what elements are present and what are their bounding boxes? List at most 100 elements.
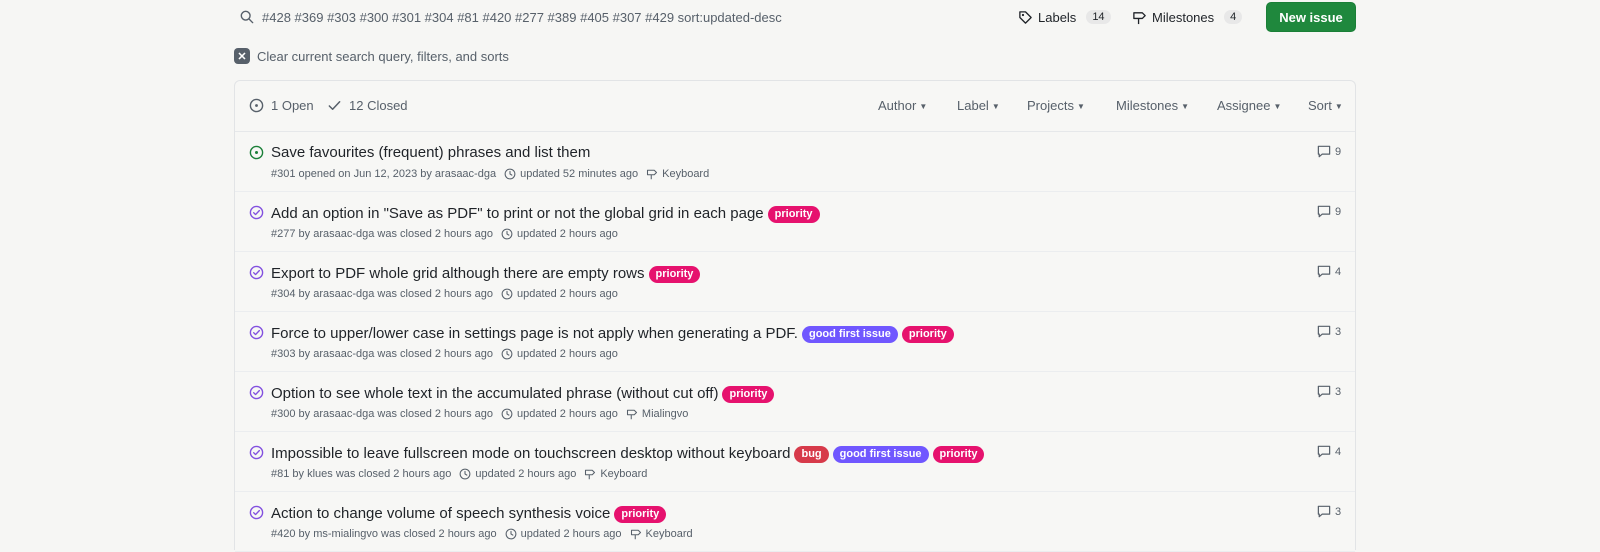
label-priority[interactable]: priority — [932, 446, 985, 463]
filter-sort-label: Sort — [1308, 98, 1332, 113]
issue-updated-text: updated 2 hours ago — [516, 348, 618, 360]
issue-meta: #304 by arasaac-dga was closed 2 hours a… — [271, 288, 618, 300]
issue-meta: #303 by arasaac-dga was closed 2 hours a… — [271, 348, 618, 360]
issue-updated-text: updated 2 hours ago — [516, 408, 618, 420]
clock-icon — [505, 528, 517, 540]
issue-comments[interactable]: 3 — [1317, 385, 1341, 398]
issue-title[interactable]: Impossible to leave fullscreen mode on t… — [271, 445, 790, 462]
issue-updated-text: updated 2 hours ago — [475, 468, 577, 480]
issue-title[interactable]: Add an option in "Save as PDF" to print … — [271, 205, 764, 222]
closed-issues-tab[interactable]: 12 Closed — [327, 98, 408, 113]
issue-updated-text: updated 2 hours ago — [520, 528, 622, 540]
filter-label[interactable]: Label ▼ — [957, 98, 1000, 113]
issue-updated: updated 52 minutes ago — [504, 168, 638, 180]
issue-row[interactable]: Force to upper/lower case in settings pa… — [235, 312, 1355, 372]
filter-milestones[interactable]: Milestones ▼ — [1116, 98, 1189, 113]
issue-row[interactable]: Export to PDF whole grid although there … — [235, 252, 1355, 312]
milestone-icon — [585, 469, 596, 480]
issue-title[interactable]: Option to see whole text in the accumula… — [271, 385, 718, 402]
issue-closed-icon — [249, 445, 264, 465]
issue-milestone-text: Keyboard — [645, 528, 693, 540]
tag-icon — [1019, 10, 1032, 24]
caret-down-icon: ▼ — [1334, 102, 1343, 111]
label-good-first-issue[interactable]: good first issue — [801, 326, 898, 343]
issue-labels: good first issue priority — [798, 324, 954, 343]
issue-row[interactable]: Save favourites (frequent) phrases and l… — [235, 132, 1355, 192]
open-issues-tab[interactable]: 1 Open — [249, 98, 314, 113]
filter-assignee[interactable]: Assignee ▼ — [1217, 98, 1281, 113]
clock-icon — [501, 408, 513, 420]
issue-comments[interactable]: 3 — [1317, 505, 1341, 518]
issue-row[interactable]: Impossible to leave fullscreen mode on t… — [235, 432, 1355, 492]
issue-updated: updated 2 hours ago — [459, 468, 576, 480]
filter-sort[interactable]: Sort ▼ — [1308, 98, 1343, 113]
issue-milestone[interactable]: Keyboard — [630, 528, 693, 540]
milestone-icon — [647, 169, 658, 180]
filter-label-label: Label — [957, 98, 989, 113]
milestone-icon — [1133, 11, 1146, 24]
issue-updated-text: updated 2 hours ago — [516, 228, 618, 240]
label-priority[interactable]: priority — [648, 266, 701, 283]
issue-comments[interactable]: 9 — [1317, 205, 1341, 218]
comment-icon — [1317, 265, 1331, 278]
new-issue-button[interactable]: New issue — [1266, 2, 1356, 32]
issue-milestone[interactable]: Keyboard — [584, 468, 647, 480]
issue-labels: priority — [764, 204, 820, 223]
issue-milestone[interactable]: Mialingvo — [626, 408, 688, 420]
issue-meta-text: #420 by ms-mialingvo was closed 2 hours … — [271, 528, 497, 540]
issue-comments[interactable]: 4 — [1317, 265, 1341, 278]
issue-milestone[interactable]: Keyboard — [646, 168, 709, 180]
issue-open-icon — [249, 145, 264, 165]
issue-title[interactable]: Save favourites (frequent) phrases and l… — [271, 144, 590, 161]
issue-row[interactable]: Option to see whole text in the accumula… — [235, 372, 1355, 432]
issue-comments[interactable]: 3 — [1317, 325, 1341, 338]
issue-labels: bug good first issue priority — [790, 444, 985, 463]
issue-row[interactable]: Action to change volume of speech synthe… — [235, 492, 1355, 552]
issue-meta: #301 opened on Jun 12, 2023 by arasaac-d… — [271, 168, 709, 180]
issue-comment-count: 3 — [1335, 385, 1342, 398]
label-priority[interactable]: priority — [614, 506, 667, 523]
close-icon: ✕ — [234, 48, 250, 64]
issue-title[interactable]: Force to upper/lower case in settings pa… — [271, 325, 798, 342]
labels-label: Labels — [1038, 9, 1077, 25]
issue-title[interactable]: Action to change volume of speech synthe… — [271, 505, 610, 522]
issue-meta: #81 by klues was closed 2 hours ago upda… — [271, 468, 647, 480]
search-input[interactable]: #428 #369 #303 #300 #301 #304 #81 #420 #… — [234, 2, 994, 32]
issue-comments[interactable]: 9 — [1317, 145, 1341, 158]
milestone-icon — [630, 529, 641, 540]
label-priority[interactable]: priority — [767, 206, 820, 223]
issue-comment-count: 9 — [1335, 145, 1342, 158]
closed-count-label: 12 Closed — [349, 98, 408, 113]
milestones-button[interactable]: Milestones 4 — [1132, 4, 1243, 30]
issue-labels: priority — [610, 504, 667, 523]
caret-down-icon: ▼ — [1181, 102, 1190, 111]
issue-closed-icon — [249, 505, 264, 525]
issue-comment-count: 3 — [1335, 505, 1342, 518]
label-priority[interactable]: priority — [722, 386, 775, 403]
comment-icon — [1317, 385, 1331, 398]
issue-closed-icon — [249, 205, 264, 225]
open-count-label: 1 Open — [271, 98, 314, 113]
issue-meta-text: #300 by arasaac-dga was closed 2 hours a… — [271, 408, 493, 420]
milestones-count: 4 — [1224, 10, 1243, 24]
issue-comments[interactable]: 4 — [1317, 445, 1341, 458]
issue-labels: priority — [645, 264, 701, 283]
labels-button[interactable]: Labels 14 — [1018, 4, 1111, 30]
issue-title[interactable]: Export to PDF whole grid although there … — [271, 265, 645, 282]
issue-rows: Save favourites (frequent) phrases and l… — [235, 132, 1355, 552]
label-priority[interactable]: priority — [901, 326, 954, 343]
issue-comment-count: 9 — [1335, 205, 1342, 218]
filter-author[interactable]: Author ▼ — [878, 98, 927, 113]
issue-closed-icon — [249, 385, 264, 405]
clock-icon — [459, 468, 471, 480]
filter-milestones-label: Milestones — [1116, 98, 1179, 113]
issue-title-line: Export to PDF whole grid although there … — [271, 264, 701, 283]
issue-row[interactable]: Add an option in "Save as PDF" to print … — [235, 192, 1355, 252]
label-good-first-issue[interactable]: good first issue — [832, 446, 929, 463]
filter-projects[interactable]: Projects ▼ — [1027, 98, 1085, 113]
label-bug[interactable]: bug — [794, 446, 829, 463]
clear-filters-link[interactable]: ✕ Clear current search query, filters, a… — [234, 46, 509, 66]
issue-title-line: Save favourites (frequent) phrases and l… — [271, 144, 590, 161]
issue-title-line: Impossible to leave fullscreen mode on t… — [271, 444, 985, 463]
milestone-icon — [626, 409, 637, 420]
